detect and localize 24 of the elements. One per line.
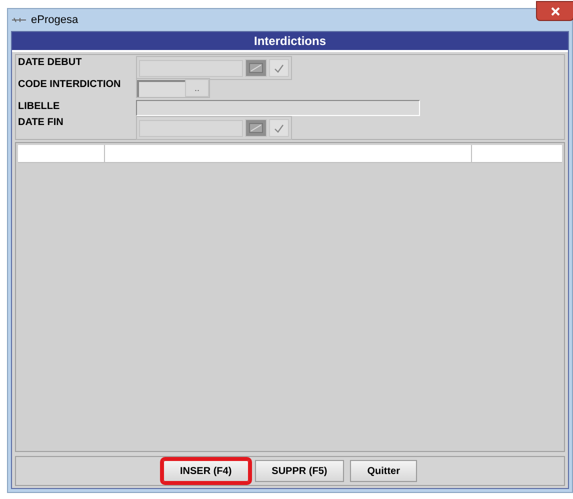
window-title: eProgesa: [31, 12, 78, 28]
panel-title: Interdictions: [254, 33, 326, 50]
field-label: CODE INTERDICTION: [18, 78, 122, 91]
close-icon: [550, 6, 560, 16]
code-field[interactable]: [137, 80, 185, 96]
close-button[interactable]: [536, 1, 573, 21]
date-field[interactable]: [139, 60, 243, 76]
validate-button[interactable]: [269, 119, 289, 137]
calendar-button[interactable]: [245, 59, 267, 77]
field-label: DATE DEBUT: [18, 56, 83, 69]
check-icon: [274, 64, 284, 72]
action-button[interactable]: Quitter: [350, 460, 417, 482]
validate-button[interactable]: [269, 59, 289, 77]
action-button[interactable]: INSER (F4): [162, 460, 249, 482]
libelle-field[interactable]: [136, 100, 420, 116]
field-label: LIBELLE: [18, 100, 61, 113]
lookup-button[interactable]: ..: [185, 79, 209, 97]
calendar-icon: [249, 63, 263, 73]
calendar-button[interactable]: [245, 119, 267, 137]
action-button[interactable]: SUPPR (F5): [254, 460, 344, 482]
check-icon: [274, 124, 284, 132]
calendar-icon: [249, 123, 263, 133]
field-label: DATE FIN: [18, 116, 64, 129]
app-icon: [12, 17, 26, 23]
